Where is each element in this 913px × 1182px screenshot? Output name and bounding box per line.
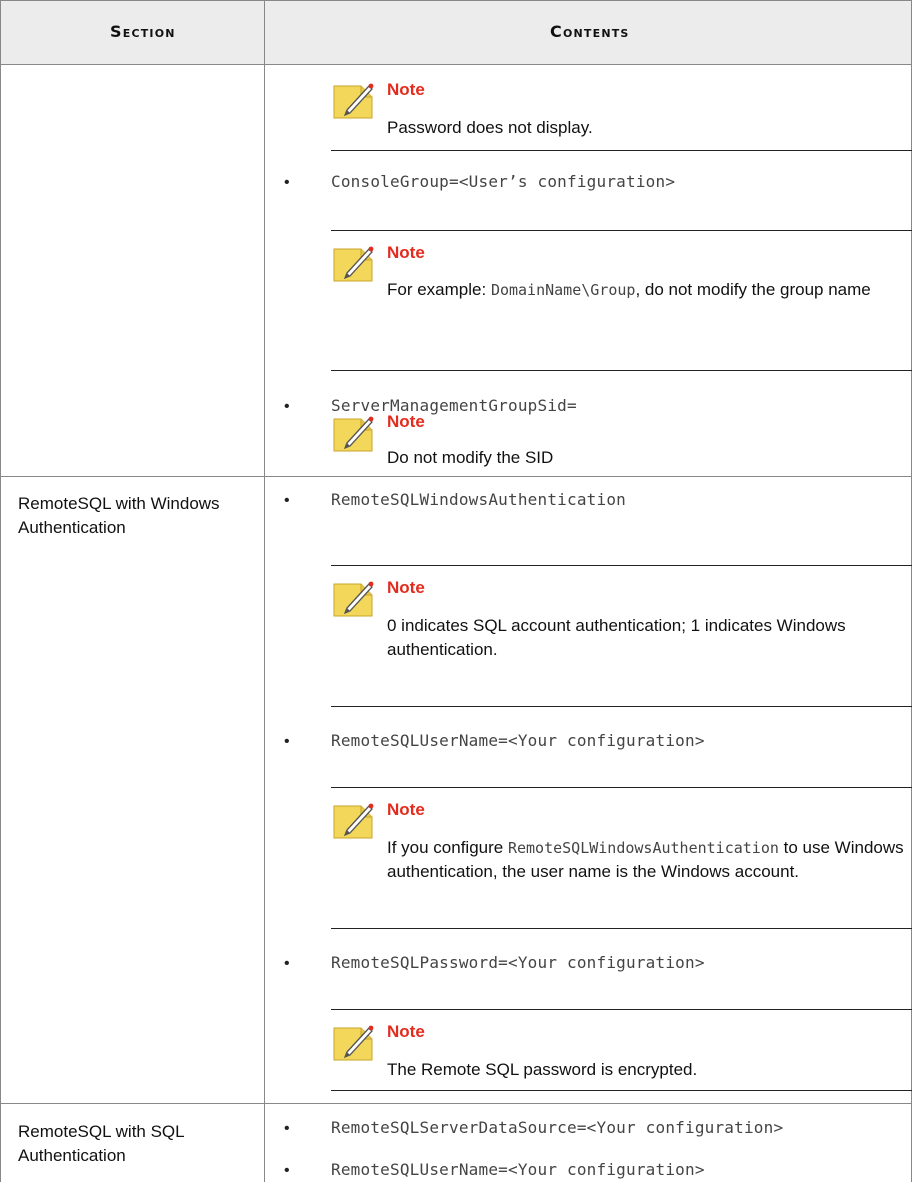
- note-divider: [331, 230, 912, 231]
- note-divider: [331, 706, 912, 707]
- note-pencil-icon: [333, 83, 374, 119]
- note-pencil-icon: [333, 246, 374, 282]
- row-divider-1: [0, 476, 912, 477]
- column-header-contents: Contents: [550, 22, 630, 41]
- note-label: Note: [387, 412, 425, 431]
- table-border-top: [0, 0, 912, 1]
- config-key: RemoteSQLWindowsAuthentication: [331, 490, 626, 509]
- note-divider: [331, 928, 912, 929]
- note-label: Note: [387, 80, 425, 99]
- note-pencil-icon: [333, 1025, 374, 1061]
- config-key: RemoteSQLUserName=<Your configuration>: [331, 731, 705, 750]
- column-header-section: Section: [110, 22, 176, 41]
- inline-code: RemoteSQLWindowsAuthentication: [507, 839, 779, 857]
- note-body: Password does not display.: [387, 118, 593, 137]
- note-divider: [331, 1090, 912, 1091]
- section-name: RemoteSQL with Windows Authentication: [18, 494, 220, 537]
- note-pencil-icon: [333, 416, 374, 452]
- note-body: Do not modify the SID: [387, 448, 554, 467]
- note-body: For example: DomainName\Group, do not mo…: [387, 280, 871, 299]
- config-key: RemoteSQLPassword=<Your configuration>: [331, 953, 705, 972]
- bullet: •: [284, 1120, 290, 1137]
- note-body: 0 indicates SQL account authentication; …: [387, 616, 846, 659]
- table-border-left: [0, 0, 1, 1182]
- bullet: •: [284, 492, 290, 509]
- header-divider: [0, 64, 912, 65]
- note-label: Note: [387, 1022, 425, 1041]
- bullet: •: [284, 955, 290, 972]
- note-body: If you configure RemoteSQLWindowsAuthent…: [387, 838, 904, 881]
- config-key: RemoteSQLServerDataSource=<Your configur…: [331, 1118, 784, 1137]
- inline-code: DomainName\Group: [490, 281, 636, 299]
- config-key: RemoteSQLUserName=<Your configuration>: [331, 1160, 705, 1179]
- note-divider: [331, 565, 912, 566]
- note-body: The Remote SQL password is encrypted.: [387, 1060, 698, 1079]
- config-key: ConsoleGroup=<User’s configuration>: [331, 172, 676, 191]
- note-divider: [331, 787, 912, 788]
- bullet: •: [284, 733, 290, 750]
- bullet: •: [284, 398, 290, 415]
- settings-table: Section Contents Note Password does not …: [0, 0, 913, 1182]
- note-pencil-icon: [333, 581, 374, 617]
- note-divider: [331, 1009, 912, 1010]
- note-divider: [331, 370, 912, 371]
- row-divider-2: [0, 1103, 912, 1104]
- note-label: Note: [387, 800, 425, 819]
- note-pencil-icon: [333, 803, 374, 839]
- bullet: •: [284, 1162, 290, 1179]
- note-divider: [331, 150, 912, 151]
- table-border-right: [911, 0, 912, 1182]
- note-label: Note: [387, 578, 425, 597]
- section-name: RemoteSQL with SQL Authentication: [18, 1122, 184, 1165]
- bullet: •: [284, 174, 290, 191]
- column-divider: [264, 0, 265, 1182]
- note-label: Note: [387, 243, 425, 262]
